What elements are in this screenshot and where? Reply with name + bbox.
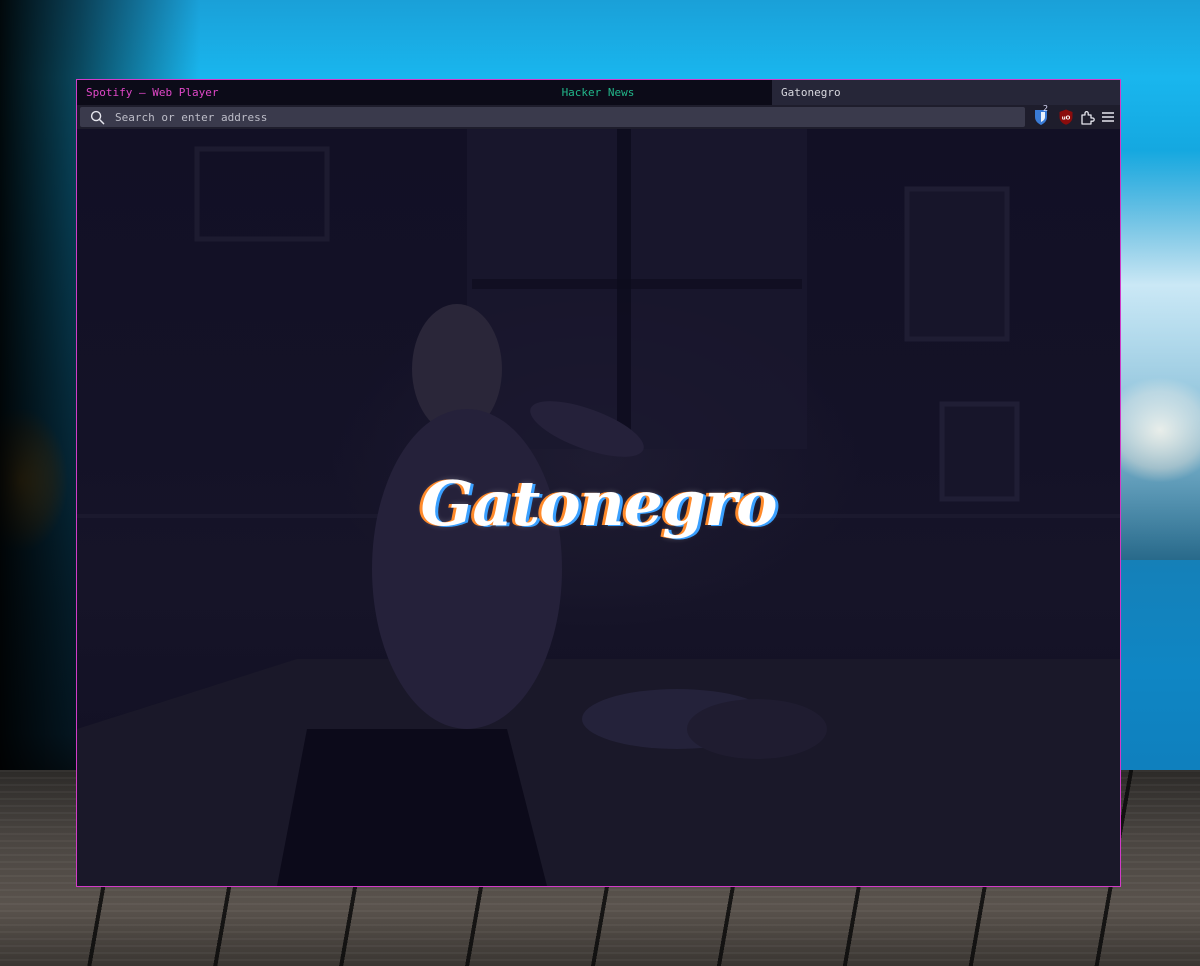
navigation-toolbar: 2 uO [77, 104, 1120, 129]
tab-gatonegro[interactable]: Gatonegro [772, 80, 1120, 105]
svg-text:uO: uO [1062, 115, 1071, 121]
browser-window: Spotify – Web Player Hacker News Gatoneg… [76, 79, 1121, 887]
page-content: Gatonegro [77, 129, 1120, 886]
address-bar[interactable] [80, 107, 1025, 127]
wallpaper-bokeh-light [1120, 150, 1200, 600]
tab-bar: Spotify – Web Player Hacker News Gatoneg… [77, 80, 1120, 105]
tab-spotify[interactable]: Spotify – Web Player [77, 80, 424, 105]
ublock-origin-icon[interactable]: uO [1057, 108, 1075, 126]
hamburger-menu-icon[interactable] [1099, 108, 1117, 126]
search-icon [90, 110, 105, 125]
extensions-puzzle-icon[interactable] [1079, 108, 1097, 126]
desktop-wallpaper: Spotify – Web Player Hacker News Gatoneg… [0, 0, 1200, 966]
site-logo: Gatonegro [420, 467, 777, 540]
tab-hacker-news[interactable]: Hacker News [424, 80, 772, 105]
bitwarden-badge: 2 [1043, 104, 1049, 113]
url-input[interactable] [115, 107, 995, 127]
wallpaper-sea [1120, 560, 1200, 780]
